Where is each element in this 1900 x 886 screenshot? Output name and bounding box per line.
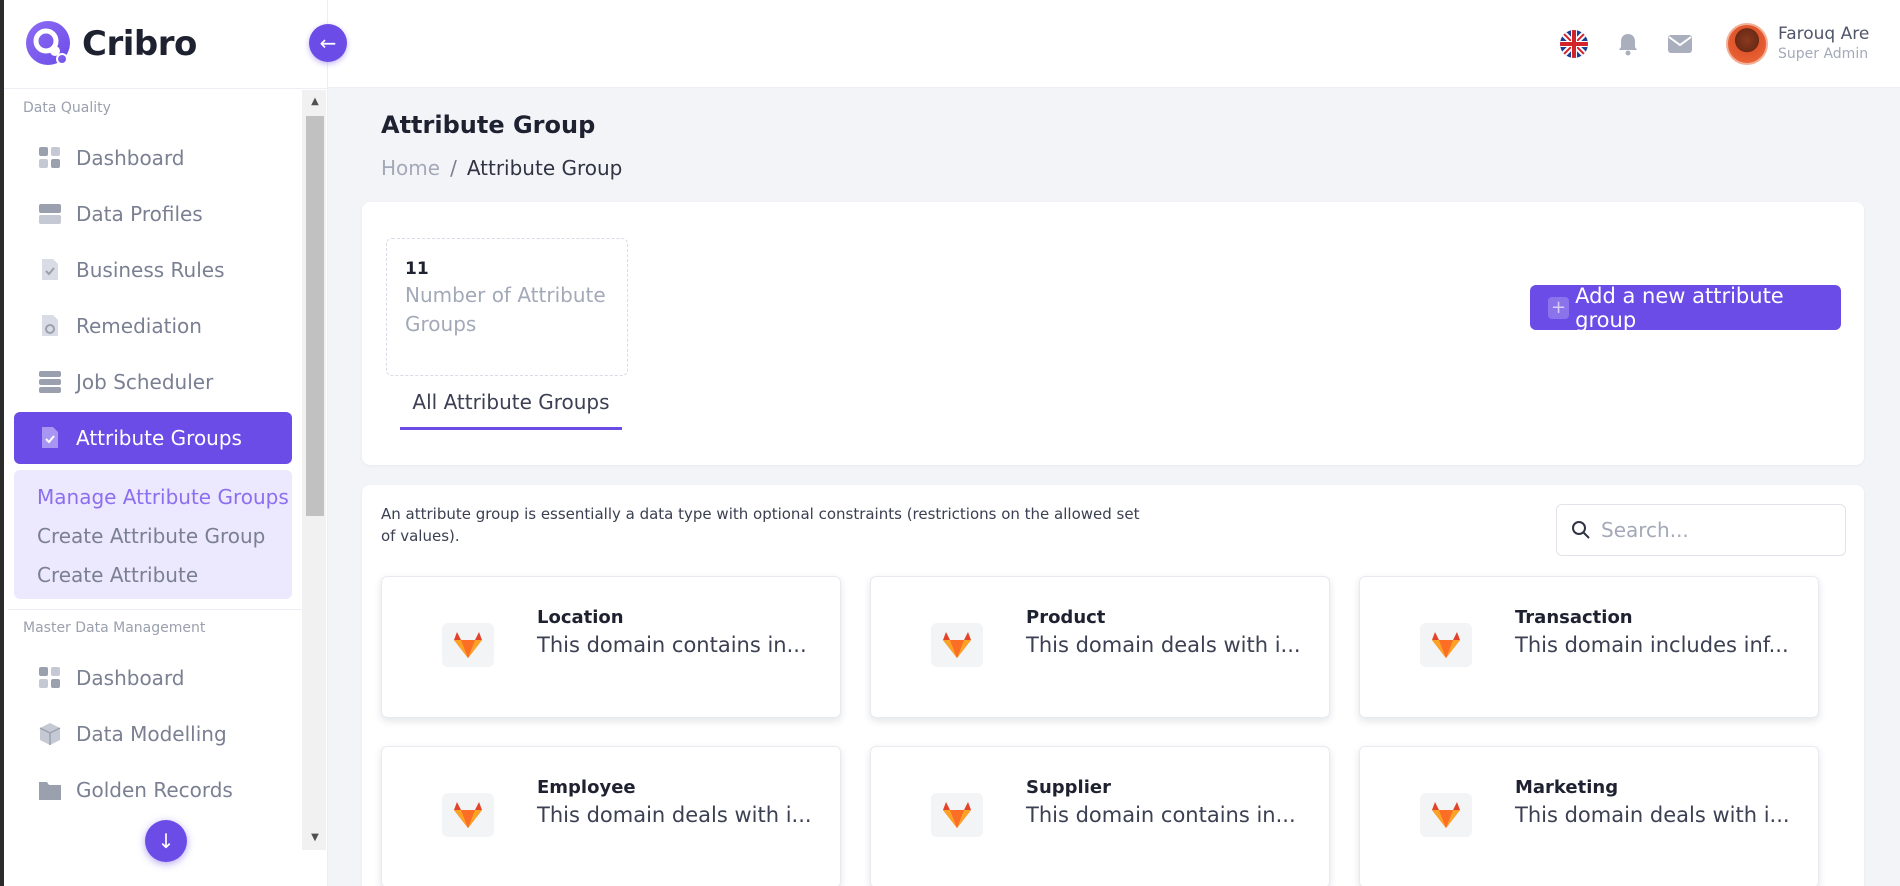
gitlab-fox-icon bbox=[442, 793, 494, 837]
document-check-icon bbox=[38, 258, 62, 282]
stats-card: 11 Number of Attribute Groups + Add a ne… bbox=[362, 202, 1864, 465]
sidebar-item-label: Data Modelling bbox=[76, 722, 227, 746]
sidebar-item-label: Data Profiles bbox=[76, 202, 203, 226]
plus-icon: + bbox=[1548, 296, 1570, 319]
card-title: Marketing bbox=[1515, 777, 1619, 798]
gitlab-fox-icon bbox=[931, 623, 983, 667]
attribute-group-card-supplier[interactable]: Supplier This domain contains in... bbox=[870, 746, 1330, 886]
gitlab-fox-icon bbox=[931, 793, 983, 837]
add-attribute-group-label: Add a new attribute group bbox=[1575, 283, 1784, 332]
tab-all-attribute-groups[interactable]: All Attribute Groups bbox=[400, 386, 622, 430]
attribute-group-count-box: 11 Number of Attribute Groups bbox=[386, 238, 628, 376]
user-role: Super Admin bbox=[1778, 46, 1869, 62]
sidebar-item-data-modelling[interactable]: Data Modelling bbox=[14, 708, 292, 760]
section-title-master-data-management: Master Data Management bbox=[23, 620, 206, 636]
breadcrumb-home-link[interactable]: Home bbox=[381, 156, 440, 180]
sidebar-collapse-button[interactable]: ← bbox=[309, 24, 347, 62]
gitlab-fox-icon bbox=[1420, 623, 1472, 667]
submenu-item-create-attribute[interactable]: Create Attribute bbox=[14, 556, 292, 595]
sidebar-scrollbar[interactable]: ▲ ▼ bbox=[302, 90, 326, 850]
document-gear-icon bbox=[38, 314, 62, 338]
card-title: Employee bbox=[537, 777, 636, 798]
sidebar-item-label: Remediation bbox=[76, 314, 202, 338]
folder-icon bbox=[38, 778, 62, 802]
breadcrumb: Home / Attribute Group bbox=[381, 156, 622, 180]
sidebar-item-label: Attribute Groups bbox=[76, 426, 242, 450]
attribute-group-card-product[interactable]: Product This domain deals with i... bbox=[870, 576, 1330, 718]
attribute-group-card-employee[interactable]: Employee This domain deals with i... bbox=[381, 746, 841, 886]
brand-name: Cribro bbox=[82, 24, 197, 64]
user-avatar[interactable] bbox=[1726, 23, 1768, 65]
arrow-down-icon: ↓ bbox=[157, 829, 175, 853]
list-description: An attribute group is essentially a data… bbox=[381, 505, 1140, 545]
card-description: This domain deals with i... bbox=[1026, 633, 1301, 657]
card-title: Location bbox=[537, 607, 624, 628]
card-title: Supplier bbox=[1026, 777, 1111, 798]
page-title: Attribute Group bbox=[381, 111, 596, 139]
sidebar-nav: Data Quality Dashboard Data Profiles Bus… bbox=[4, 90, 302, 850]
attribute-groups-submenu: Manage Attribute Groups Create Attribute… bbox=[14, 470, 292, 599]
sidebar-item-label: Job Scheduler bbox=[76, 370, 214, 394]
attribute-group-card-transaction[interactable]: Transaction This domain includes inf... bbox=[1359, 576, 1819, 718]
grid-icon bbox=[38, 666, 62, 690]
add-attribute-group-button[interactable]: + Add a new attribute group bbox=[1530, 283, 1841, 332]
arrow-left-icon: ← bbox=[319, 31, 337, 55]
submenu-item-manage-attribute-groups[interactable]: Manage Attribute Groups bbox=[14, 478, 292, 517]
sidebar-item-label: Dashboard bbox=[76, 146, 185, 170]
mail-icon[interactable] bbox=[1666, 30, 1694, 58]
cube-icon bbox=[38, 722, 62, 746]
user-name[interactable]: Farouq Are bbox=[1778, 24, 1869, 44]
sidebar-item-mdm-dashboard[interactable]: Dashboard bbox=[14, 652, 292, 704]
breadcrumb-current: Attribute Group bbox=[466, 156, 623, 180]
scroll-down-button[interactable]: ↓ bbox=[145, 820, 187, 862]
sidebar-item-data-profiles[interactable]: Data Profiles bbox=[14, 188, 292, 240]
card-description: This domain deals with i... bbox=[1515, 803, 1790, 827]
search-input[interactable] bbox=[1601, 518, 1821, 542]
sidebar-item-attribute-groups[interactable]: Attribute Groups bbox=[14, 412, 292, 464]
bell-icon[interactable] bbox=[1614, 30, 1642, 58]
sidebar-item-business-rules[interactable]: Business Rules bbox=[14, 244, 292, 296]
grid-icon bbox=[38, 146, 62, 170]
sidebar-item-label: Golden Records bbox=[76, 778, 233, 802]
section-title-data-quality: Data Quality bbox=[23, 100, 111, 116]
scrollbar-thumb[interactable] bbox=[306, 116, 324, 516]
card-description: This domain contains in... bbox=[1026, 803, 1296, 827]
sidebar: Cribro Data Quality Dashboard Data Profi… bbox=[0, 0, 328, 886]
submenu-item-create-attribute-group[interactable]: Create Attribute Group bbox=[14, 517, 292, 556]
card-title: Transaction bbox=[1515, 607, 1633, 628]
attribute-groups-list-card: An attribute group is essentially a data… bbox=[362, 485, 1864, 886]
gitlab-fox-icon bbox=[1420, 793, 1472, 837]
sidebar-item-label: Business Rules bbox=[76, 258, 225, 282]
scroll-up-arrow-icon[interactable]: ▲ bbox=[306, 94, 324, 110]
sidebar-item-remediation[interactable]: Remediation bbox=[14, 300, 292, 352]
document-check-icon bbox=[38, 426, 62, 450]
attribute-group-card-marketing[interactable]: Marketing This domain deals with i... bbox=[1359, 746, 1819, 886]
table-icon bbox=[38, 202, 62, 226]
uk-flag-icon[interactable] bbox=[1560, 30, 1588, 58]
sidebar-item-job-scheduler[interactable]: Job Scheduler bbox=[14, 356, 292, 408]
card-description: This domain includes inf... bbox=[1515, 633, 1789, 657]
sidebar-item-golden-records[interactable]: Golden Records bbox=[14, 764, 292, 816]
card-description: This domain contains in... bbox=[537, 633, 807, 657]
gitlab-fox-icon bbox=[442, 623, 494, 667]
card-title: Product bbox=[1026, 607, 1106, 628]
scroll-down-arrow-icon[interactable]: ▼ bbox=[306, 830, 324, 846]
attribute-group-count: 11 bbox=[405, 259, 429, 279]
brand[interactable]: Cribro bbox=[24, 16, 197, 72]
breadcrumb-separator: / bbox=[450, 156, 457, 180]
attribute-group-card-location[interactable]: Location This domain contains in... bbox=[381, 576, 841, 718]
server-icon bbox=[38, 370, 62, 394]
attribute-group-count-label: Number of Attribute Groups bbox=[405, 283, 606, 336]
sidebar-divider bbox=[4, 88, 328, 89]
search-icon bbox=[1572, 521, 1590, 539]
sidebar-item-label: Dashboard bbox=[76, 666, 185, 690]
top-header bbox=[328, 0, 1900, 88]
search-box[interactable] bbox=[1556, 504, 1846, 556]
cribro-logo-icon bbox=[26, 21, 70, 65]
sidebar-item-dashboard[interactable]: Dashboard bbox=[14, 132, 292, 184]
card-description: This domain deals with i... bbox=[537, 803, 812, 827]
